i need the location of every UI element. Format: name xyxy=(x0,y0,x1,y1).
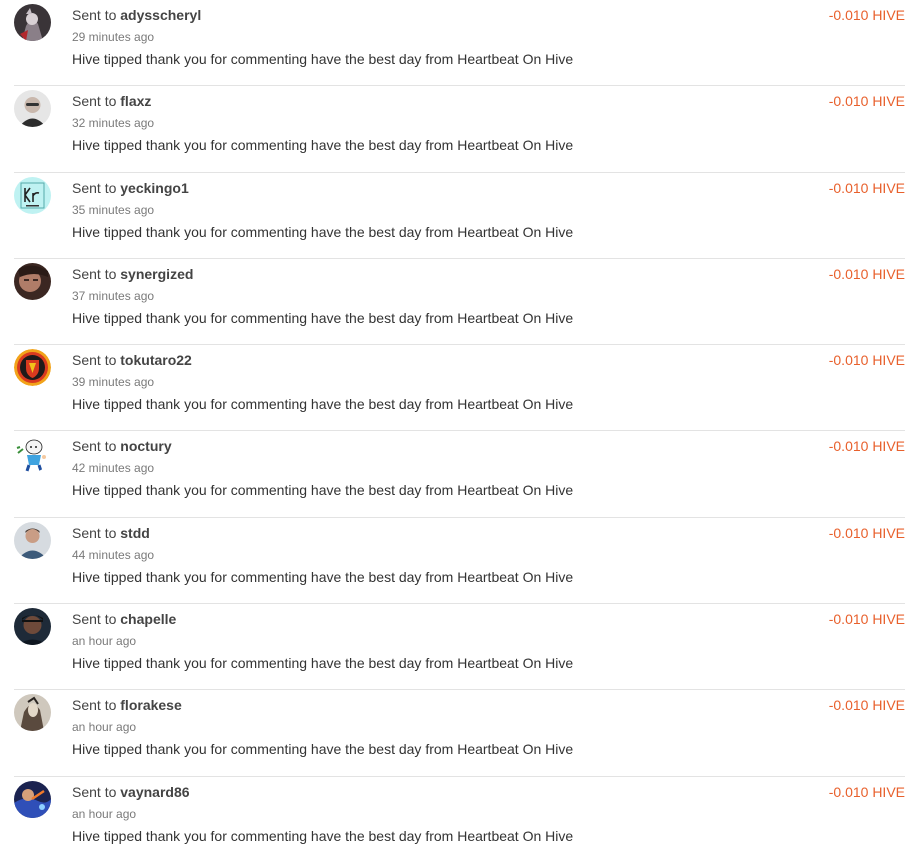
transfer-timestamp: an hour ago xyxy=(72,720,137,735)
recipient-username-link[interactable]: stdd xyxy=(120,525,150,541)
transfer-memo: Hive tipped thank you for commenting hav… xyxy=(72,51,574,67)
transfer-timestamp: 32 minutes ago xyxy=(72,116,155,131)
recipient-username-link[interactable]: vaynard86 xyxy=(120,784,189,800)
recipient-username-link[interactable]: florakese xyxy=(120,697,181,713)
user-avatar-icon[interactable] xyxy=(14,4,51,41)
transfer-memo: Hive tipped thank you for commenting hav… xyxy=(72,482,574,499)
transfer-amount: -0.010 HIVE xyxy=(828,438,905,455)
transfer-row: Sent to stdd 44 minutes ago Hive tipped … xyxy=(14,518,905,605)
transfer-timestamp: 44 minutes ago xyxy=(72,547,155,562)
transfer-title: Sent to stdd xyxy=(72,524,150,542)
transfer-title: Sent to vaynard86 xyxy=(72,783,190,801)
transfer-timestamp: an hour ago xyxy=(72,806,137,821)
transfer-prefix: Sent to xyxy=(72,697,117,714)
transfer-timestamp: 35 minutes ago xyxy=(72,202,155,217)
recipient-username-link[interactable]: noctury xyxy=(120,438,171,454)
transfer-title: Sent to florakese xyxy=(72,696,182,714)
recipient-username-link[interactable]: chapelle xyxy=(120,611,176,627)
transfer-memo: Hive tipped thank you for commenting hav… xyxy=(72,827,574,844)
transfer-memo: Hive tipped thank you for commenting hav… xyxy=(72,741,574,758)
krypton-element-avatar-icon[interactable] xyxy=(14,176,51,214)
transfer-history-list: Sent to adysscheryl 29 minutes ago Hive … xyxy=(0,0,918,855)
transfer-title: Sent to adysscheryl xyxy=(72,6,201,24)
transfer-memo: Hive tipped thank you for commenting hav… xyxy=(72,655,574,672)
transfer-memo: Hive tipped thank you for commenting hav… xyxy=(72,137,574,154)
transfer-memo: Hive tipped thank you for commenting hav… xyxy=(72,223,574,240)
transfer-amount: -0.010 HIVE xyxy=(828,7,905,23)
transfer-memo: Hive tipped thank you for commenting hav… xyxy=(72,568,574,585)
user-avatar-icon[interactable] xyxy=(14,521,51,559)
transfer-title: Sent to flaxz xyxy=(72,92,151,110)
user-avatar-icon[interactable] xyxy=(14,262,51,300)
transfer-prefix: Sent to xyxy=(72,352,117,369)
transfer-row: Sent to yeckingo1 35 minutes ago Hive ti… xyxy=(14,173,905,259)
user-avatar-icon[interactable] xyxy=(14,608,51,646)
shield-emblem-avatar-icon[interactable] xyxy=(14,349,51,387)
transfer-title: Sent to chapelle xyxy=(72,610,176,628)
transfer-row: Sent to tokutaro22 39 minutes ago Hive t… xyxy=(14,345,905,432)
transfer-memo: Hive tipped thank you for commenting hav… xyxy=(72,309,574,326)
user-avatar-icon[interactable] xyxy=(14,90,51,128)
user-avatar-icon[interactable] xyxy=(14,694,51,732)
transfer-timestamp: an hour ago xyxy=(72,634,137,649)
user-avatar-icon[interactable] xyxy=(14,780,51,818)
transfer-row: Sent to adysscheryl 29 minutes ago Hive … xyxy=(14,0,905,87)
transfer-timestamp: 42 minutes ago xyxy=(72,461,155,476)
cartoon-avatar-icon[interactable] xyxy=(14,435,51,473)
transfer-row: Sent to flaxz 32 minutes ago Hive tipped… xyxy=(14,86,905,173)
transfer-prefix: Sent to xyxy=(72,438,117,455)
transfer-amount: -0.010 HIVE xyxy=(828,524,905,541)
transfer-row: Sent to vaynard86 an hour ago Hive tippe… xyxy=(14,777,905,855)
transfer-timestamp: 37 minutes ago xyxy=(72,288,155,303)
transfer-title: Sent to noctury xyxy=(72,437,172,455)
transfer-row: Sent to chapelle an hour ago Hive tipped… xyxy=(14,604,905,691)
transfer-prefix: Sent to xyxy=(72,611,117,628)
transfer-prefix: Sent to xyxy=(72,783,117,800)
transfer-amount: -0.010 HIVE xyxy=(828,179,905,196)
transfer-prefix: Sent to xyxy=(72,265,117,282)
transfer-amount: -0.010 HIVE xyxy=(828,93,905,110)
transfer-amount: -0.010 HIVE xyxy=(828,265,905,282)
transfer-prefix: Sent to xyxy=(72,524,117,541)
transfer-title: Sent to tokutaro22 xyxy=(72,351,192,369)
transfer-row: Sent to noctury 42 minutes ago Hive tipp… xyxy=(14,431,905,518)
transfer-timestamp: 39 minutes ago xyxy=(72,375,155,390)
transfer-row: Sent to synergized 37 minutes ago Hive t… xyxy=(14,259,905,346)
recipient-username-link[interactable]: yeckingo1 xyxy=(120,180,188,196)
transfer-amount: -0.010 HIVE xyxy=(828,783,905,800)
transfer-prefix: Sent to xyxy=(72,7,117,23)
transfer-title: Sent to synergized xyxy=(72,265,193,283)
transfer-title: Sent to yeckingo1 xyxy=(72,179,189,197)
transfer-timestamp: 29 minutes ago xyxy=(72,30,155,44)
transfer-amount: -0.010 HIVE xyxy=(828,352,905,369)
transfer-memo: Hive tipped thank you for commenting hav… xyxy=(72,396,574,413)
transfer-amount: -0.010 HIVE xyxy=(828,611,905,628)
recipient-username-link[interactable]: synergized xyxy=(120,266,193,282)
recipient-username-link[interactable]: adysscheryl xyxy=(120,7,201,23)
recipient-username-link[interactable]: tokutaro22 xyxy=(120,352,192,368)
recipient-username-link[interactable]: flaxz xyxy=(120,93,151,109)
transfer-prefix: Sent to xyxy=(72,179,117,196)
transfer-amount: -0.010 HIVE xyxy=(828,697,905,714)
transfer-prefix: Sent to xyxy=(72,93,117,110)
transfer-row: Sent to florakese an hour ago Hive tippe… xyxy=(14,690,905,777)
